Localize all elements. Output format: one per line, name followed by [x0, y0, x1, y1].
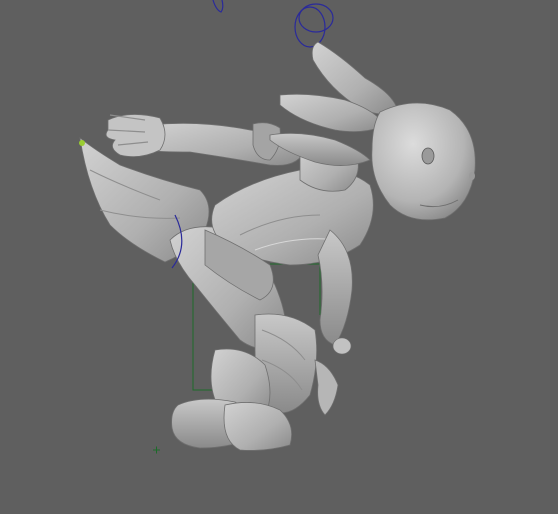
origin-cross-icon [153, 446, 160, 454]
character-model[interactable] [79, 41, 476, 451]
ik-control-circle-icon[interactable] [212, 0, 334, 48]
character-claw-hand[interactable] [314, 359, 339, 416]
character-back-hand[interactable] [105, 114, 166, 158]
character-eye [421, 147, 435, 165]
viewport-scene[interactable] [0, 0, 558, 514]
vertex-highlight [79, 140, 85, 146]
maya-viewport[interactable] [0, 0, 558, 514]
